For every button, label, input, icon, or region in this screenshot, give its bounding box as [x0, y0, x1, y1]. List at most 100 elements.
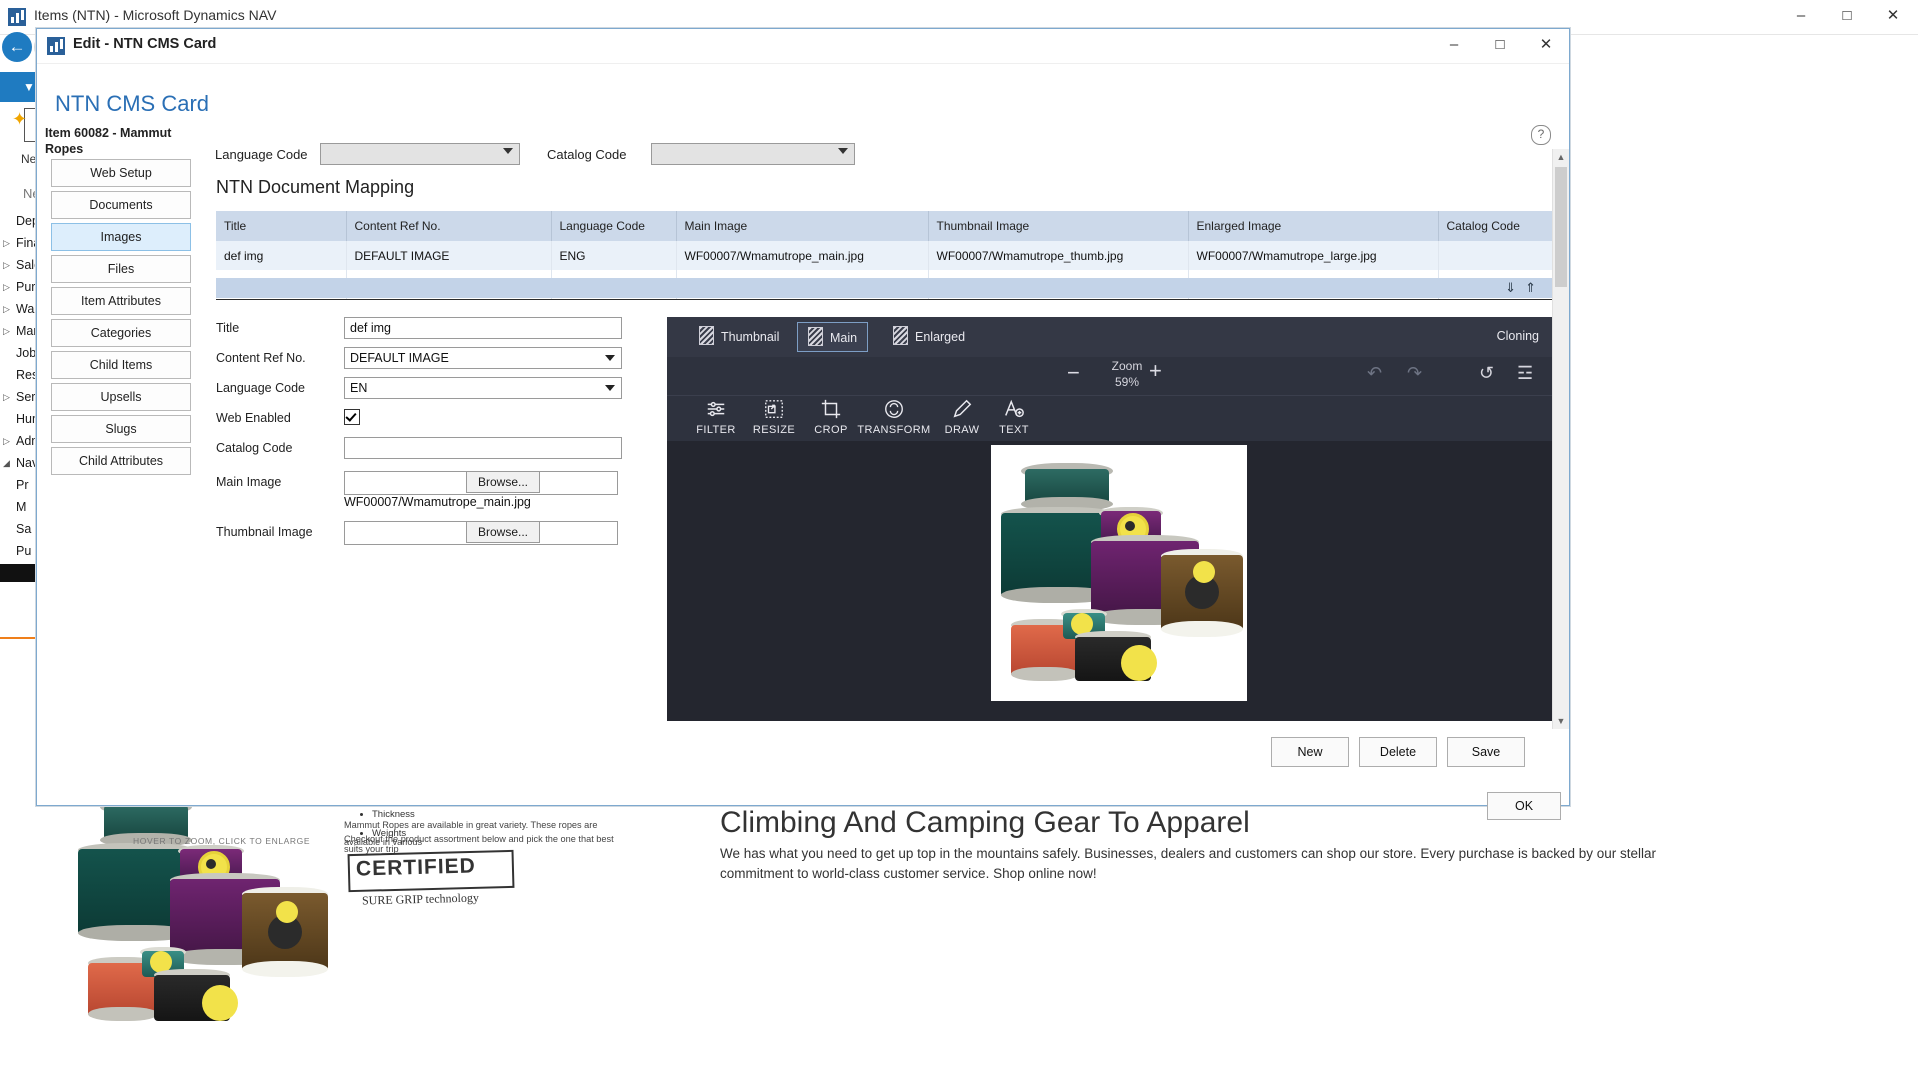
grid-column-header[interactable]: Enlarged Image	[1188, 211, 1439, 241]
editor-image-preview[interactable]	[991, 445, 1247, 701]
grid-column-header[interactable]: Language Code	[551, 211, 677, 241]
main-image-label: Main Image	[216, 475, 282, 489]
cms-side-navigation[interactable]: Web Setup Documents Images Files Item Attrib…	[51, 159, 191, 479]
catalog-code-label: Catalog Code	[547, 147, 627, 162]
editor-canvas[interactable]	[667, 441, 1555, 721]
field-title: Title def img	[216, 317, 636, 343]
side-nav-documents[interactable]: Documents	[51, 191, 191, 219]
tool-text-label: TEXT	[999, 424, 1029, 436]
grid-column-header[interactable]: Title	[216, 211, 347, 241]
catalog-code-input[interactable]	[344, 437, 622, 459]
text-icon	[977, 398, 1051, 422]
tab-enlarged[interactable]: Enlarged	[883, 322, 975, 352]
field-main-image: Main Image Browse... WF00007/Wmamutrope_…	[216, 471, 636, 517]
grid-cell[interactable]: def img	[216, 241, 347, 270]
title-input[interactable]: def img	[344, 317, 622, 339]
chevron-right-icon[interactable]: ▷	[3, 386, 10, 408]
ntn-cms-card-dialog: Edit - NTN CMS Card – □ ✕ NTN CMS Card I…	[36, 28, 1570, 820]
zoom-label: Zoom	[1111, 359, 1143, 373]
new-button[interactable]: New	[1271, 737, 1349, 767]
chevron-right-icon[interactable]: ▷	[3, 320, 10, 342]
tool-transform[interactable]: TRANSFORM	[857, 398, 931, 436]
zoom-out-button[interactable]: −	[1067, 362, 1080, 384]
grid-cell[interactable]: WF00007/Wmamutrope_main.jpg	[676, 241, 929, 270]
language-code-select[interactable]	[320, 143, 520, 165]
side-nav-child-items[interactable]: Child Items	[51, 351, 191, 379]
back-button[interactable]: ←	[2, 32, 32, 62]
cloning-label[interactable]: Cloning	[1497, 329, 1539, 343]
scroll-down-button[interactable]: ▼	[1553, 713, 1569, 729]
dialog-scrollbar[interactable]: ▲ ▼	[1552, 149, 1569, 729]
side-nav-item-attributes[interactable]: Item Attributes	[51, 287, 191, 315]
nav-tree-item-label: Nav	[16, 456, 39, 470]
save-button[interactable]: Save	[1447, 737, 1525, 767]
editor-toolbar[interactable]: FILTER RESIZE CROP TRANSFORM DRAW TEXT	[667, 395, 1555, 442]
language-select[interactable]: EN	[344, 377, 622, 399]
table-row[interactable]: def img DEFAULT IMAGE ENG WF00007/Wmamutrop…	[216, 241, 1555, 270]
side-nav-images[interactable]: Images	[51, 223, 191, 251]
nav-minimize-button[interactable]: –	[1778, 0, 1824, 32]
scroll-up-button[interactable]: ▲	[1553, 149, 1569, 165]
image-hatch-icon	[893, 326, 908, 345]
thumbnail-browse-button[interactable]: Browse...	[466, 521, 540, 543]
side-nav-child-attributes[interactable]: Child Attributes	[51, 447, 191, 475]
grid-cell[interactable]: ENG	[551, 241, 677, 270]
grid-column-header[interactable]: Main Image	[676, 211, 929, 241]
grid-cell[interactable]: DEFAULT IMAGE	[346, 241, 552, 270]
side-nav-slugs[interactable]: Slugs	[51, 415, 191, 443]
field-catalog-code: Catalog Code	[216, 437, 636, 467]
nav-maximize-button[interactable]: □	[1824, 0, 1870, 32]
cms-minimize-button[interactable]: –	[1431, 29, 1477, 61]
chevron-down-icon[interactable]: ◢	[3, 452, 10, 474]
chevron-right-icon[interactable]: ▷	[3, 254, 10, 276]
tab-thumbnail[interactable]: Thumbnail	[689, 322, 789, 352]
star-icon: ✦	[12, 109, 28, 129]
chevron-right-icon[interactable]: ▷	[3, 232, 10, 254]
tool-text[interactable]: TEXT	[977, 398, 1051, 436]
delete-button[interactable]: Delete	[1359, 737, 1437, 767]
image-detail-form[interactable]: Title def img Content Ref No. DEFAULT IM…	[216, 317, 636, 555]
cms-close-button[interactable]: ✕	[1523, 29, 1569, 61]
side-nav-web-setup[interactable]: Web Setup	[51, 159, 191, 187]
nav-close-button[interactable]: ✕	[1870, 0, 1916, 32]
layers-icon[interactable]: ☲	[1517, 363, 1533, 384]
list-item: Thickness	[372, 805, 415, 824]
undo-icon[interactable]: ↶	[1367, 363, 1382, 384]
grid-header-row: Title Content Ref No. Language Code Main Im…	[216, 211, 1555, 241]
grid-footer[interactable]: ⇓ ⇑	[216, 278, 1554, 298]
side-nav-upsells[interactable]: Upsells	[51, 383, 191, 411]
side-nav-categories[interactable]: Categories	[51, 319, 191, 347]
grid-cell[interactable]: WF00007/Wmamutrope_thumb.jpg	[928, 241, 1189, 270]
dynamics-nav-logo-icon	[8, 8, 26, 26]
move-up-icon[interactable]: ⇑	[1525, 280, 1536, 296]
content-ref-select[interactable]: DEFAULT IMAGE	[344, 347, 622, 369]
scrollbar-thumb[interactable]	[1555, 167, 1567, 287]
grid-column-header[interactable]: Catalog Code	[1438, 211, 1555, 241]
field-content-ref: Content Ref No. DEFAULT IMAGE	[216, 347, 636, 373]
chevron-right-icon[interactable]: ▷	[3, 276, 10, 298]
web-enabled-label: Web Enabled	[216, 411, 291, 425]
cms-window-title: Edit - NTN CMS Card	[73, 36, 217, 52]
catalog-code-select[interactable]	[651, 143, 855, 165]
main-image-browse-button[interactable]: Browse...	[466, 471, 540, 493]
help-icon[interactable]: ?	[1531, 125, 1551, 145]
ok-button[interactable]: OK	[1487, 792, 1561, 820]
image-editor: Thumbnail Main Enlarged Cloning − Zoom 5…	[667, 317, 1555, 721]
zoom-in-button[interactable]: +	[1149, 360, 1162, 382]
chevron-right-icon[interactable]: ▷	[3, 298, 10, 320]
move-down-icon[interactable]: ⇓	[1505, 280, 1516, 296]
tab-main[interactable]: Main	[797, 322, 869, 352]
certified-badge: CERTIFIED SURE GRIP technology	[347, 849, 518, 914]
grid-column-header[interactable]: Content Ref No.	[346, 211, 552, 241]
side-nav-files[interactable]: Files	[51, 255, 191, 283]
grid-column-header[interactable]: Thumbnail Image	[928, 211, 1189, 241]
redo-icon[interactable]: ↷	[1407, 363, 1422, 384]
history-icon[interactable]: ↺	[1479, 363, 1494, 384]
grid-cell[interactable]	[1438, 241, 1555, 270]
editor-tab-bar[interactable]: Thumbnail Main Enlarged Cloning	[667, 317, 1555, 357]
language-code-label: Language Code	[215, 147, 308, 162]
chevron-right-icon[interactable]: ▷	[3, 430, 10, 452]
grid-cell[interactable]: WF00007/Wmamutrope_large.jpg	[1188, 241, 1439, 270]
cms-maximize-button[interactable]: □	[1477, 29, 1523, 61]
web-enabled-checkbox[interactable]	[344, 409, 360, 425]
